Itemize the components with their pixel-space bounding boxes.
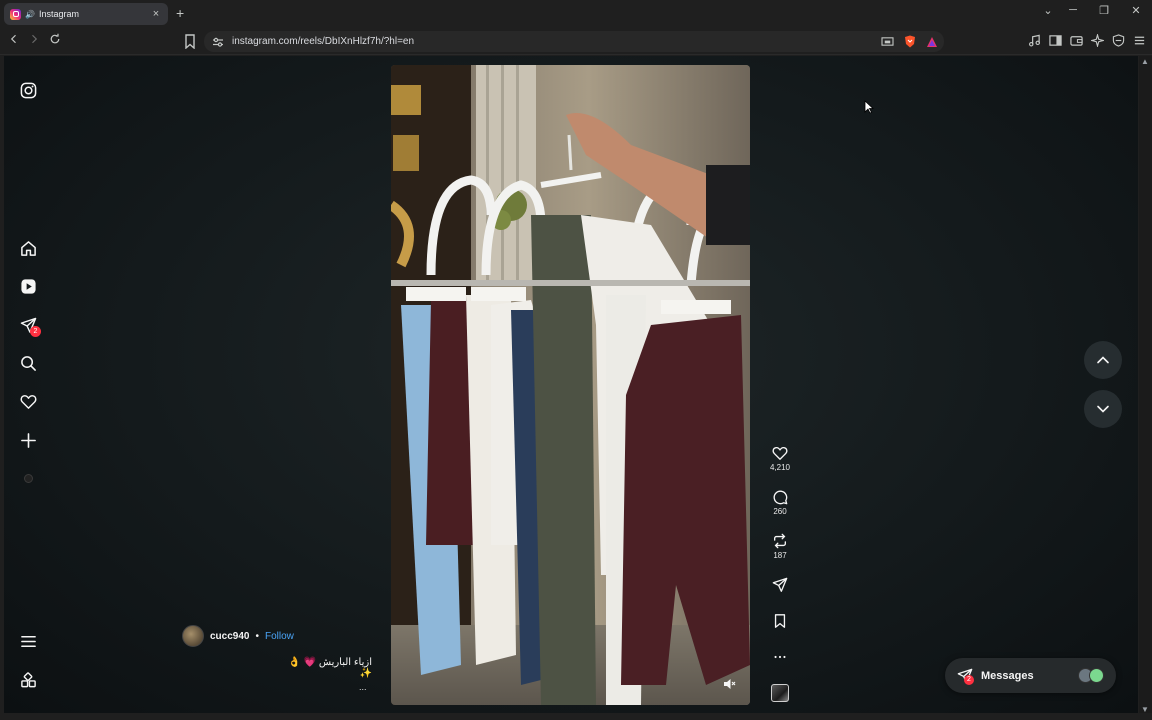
back-button[interactable] xyxy=(5,33,23,48)
like-action[interactable]: 4,210 xyxy=(764,445,796,472)
tab-search-chevron-icon[interactable]: ⌄ xyxy=(1038,4,1058,17)
author-separator: • xyxy=(255,630,259,642)
original-audio-action[interactable] xyxy=(764,684,796,702)
reels-icon[interactable] xyxy=(18,276,38,296)
reel-video-frame xyxy=(391,65,750,705)
messages-label: Messages xyxy=(981,669,1034,682)
minimize-button[interactable]: ─ xyxy=(1063,4,1083,16)
search-icon[interactable] xyxy=(18,353,38,373)
comment-count: 260 xyxy=(773,507,787,516)
repost-icon[interactable] xyxy=(772,533,788,549)
previous-reel-button[interactable] xyxy=(1084,341,1122,379)
messages-badge: 2 xyxy=(964,674,974,685)
like-heart-icon[interactable] xyxy=(772,445,788,461)
browser-toolbar: instagram.com/reels/DbIXnHlzf7h/?hl=en xyxy=(0,28,1152,55)
tab-title: Instagram xyxy=(38,9,79,19)
address-bar[interactable]: instagram.com/reels/DbIXnHlzf7h/?hl=en xyxy=(204,31,944,52)
reel-video[interactable] xyxy=(391,65,750,705)
restore-button[interactable]: ❐ xyxy=(1094,4,1114,17)
messages-icon-wrap: 2 xyxy=(957,668,974,685)
reload-icon xyxy=(50,33,60,44)
also-from-meta-icon[interactable] xyxy=(18,670,38,690)
author-avatar[interactable] xyxy=(182,625,204,647)
sidebar-toggle-icon[interactable] xyxy=(1049,34,1062,47)
home-icon[interactable] xyxy=(18,238,38,258)
comment-bubble-icon[interactable] xyxy=(772,489,788,505)
scroll-down-arrow-icon[interactable]: ▼ xyxy=(1141,705,1149,714)
leo-ai-sparkle-icon[interactable] xyxy=(1091,34,1104,47)
comment-action[interactable]: 260 xyxy=(764,489,796,516)
profile-avatar-icon xyxy=(23,473,33,483)
scroll-up-arrow-icon[interactable]: ▲ xyxy=(1141,57,1149,66)
more-dots-icon[interactable] xyxy=(772,649,788,665)
next-reel-button[interactable] xyxy=(1084,390,1122,428)
chevron-up-icon xyxy=(1097,356,1109,364)
author-username[interactable]: cucc940 xyxy=(210,631,249,642)
share-action[interactable] xyxy=(764,577,796,593)
notifications-heart-icon[interactable] xyxy=(18,391,38,411)
save-action[interactable] xyxy=(764,613,796,629)
messages-button[interactable]: 2 Messages xyxy=(945,658,1116,693)
reel-author: cucc940 • Follow xyxy=(182,625,294,647)
back-arrow-icon xyxy=(10,34,16,44)
forward-arrow-icon xyxy=(32,34,38,44)
follow-button[interactable]: Follow xyxy=(265,631,294,642)
more-options-action[interactable] xyxy=(764,649,796,665)
profile-avatar[interactable] xyxy=(18,468,38,488)
direct-messages-icon[interactable]: 2 xyxy=(18,315,41,337)
forward-button[interactable] xyxy=(25,33,43,48)
close-window-button[interactable]: ✕ xyxy=(1126,4,1146,17)
bookmark-page-icon[interactable] xyxy=(183,34,197,49)
share-paper-plane-icon[interactable] xyxy=(772,577,788,593)
left-navigation: 2 xyxy=(4,56,52,713)
url-text[interactable]: instagram.com/reels/DbIXnHlzf7h/?hl=en xyxy=(232,36,414,47)
menu-hamburger-icon[interactable] xyxy=(1133,34,1146,47)
reel-caption: ازياء الباريش 💗 👌 ✨ xyxy=(288,657,372,679)
reload-button[interactable] xyxy=(46,33,64,48)
save-bookmark-icon[interactable] xyxy=(772,613,788,629)
repost-action[interactable]: 187 xyxy=(764,533,796,560)
new-tab-button[interactable]: + xyxy=(176,5,184,21)
wallet-icon[interactable] xyxy=(1070,34,1083,47)
audio-muted-speaker-icon[interactable] xyxy=(722,677,736,691)
mouse-cursor-icon xyxy=(864,100,874,114)
instagram-reels-page: 2 cucc940 • Follow ازياء الباريش 💗 👌 ✨ .… xyxy=(4,56,1138,713)
speaker-icon[interactable]: 🔊 xyxy=(25,10,35,19)
caption-more-button[interactable]: ... xyxy=(359,682,367,692)
vpn-shield-icon[interactable] xyxy=(1112,34,1125,47)
tab-close-icon[interactable]: × xyxy=(150,8,162,20)
brave-rewards-icon[interactable] xyxy=(926,36,938,48)
dm-badge: 2 xyxy=(30,326,41,337)
repost-count: 187 xyxy=(773,551,787,560)
create-plus-icon[interactable] xyxy=(18,430,38,450)
tab-strip: 🔊 Instagram × + ⌄ ─ ❐ ✕ xyxy=(0,0,1152,28)
page-scrollbar[interactable] xyxy=(1139,56,1152,713)
like-count: 4,210 xyxy=(769,463,791,472)
instagram-favicon-icon xyxy=(10,8,21,20)
instagram-logo-icon[interactable] xyxy=(18,80,38,100)
contact-online-avatar xyxy=(1089,668,1104,683)
messages-avatars xyxy=(1078,668,1104,683)
more-menu-icon[interactable] xyxy=(18,631,38,651)
music-note-icon[interactable] xyxy=(1028,34,1041,47)
site-info-icon[interactable] xyxy=(212,36,224,48)
browser-tab-instagram[interactable]: 🔊 Instagram × xyxy=(4,3,168,25)
cast-screen-icon[interactable] xyxy=(881,36,894,47)
brave-shields-icon[interactable] xyxy=(904,35,916,48)
chevron-down-icon xyxy=(1097,405,1109,413)
audio-thumbnail[interactable] xyxy=(771,684,789,702)
